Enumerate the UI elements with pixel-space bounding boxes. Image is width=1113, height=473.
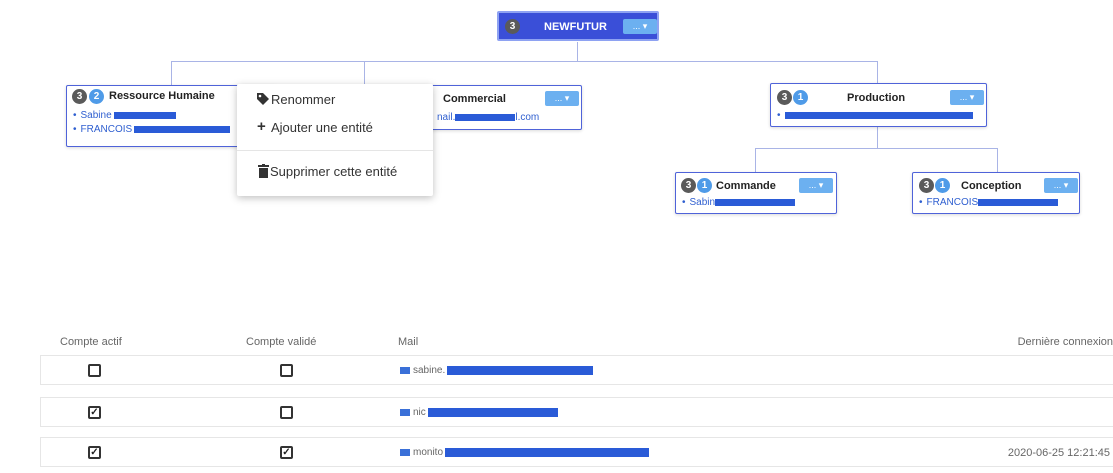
menu-item-add-entity[interactable]: + Ajouter une entité — [257, 118, 373, 135]
mail-cell[interactable]: monito — [400, 447, 650, 458]
menu-divider — [237, 150, 433, 151]
root-menu-button[interactable]: ... ▾ — [623, 19, 657, 34]
production-count-badge: 3 — [777, 90, 792, 105]
table-row[interactable]: ✓ nic — [40, 397, 1113, 427]
conception-title: Conception — [961, 180, 1022, 192]
active-checkbox[interactable]: ✓ — [88, 446, 101, 459]
rh-count-badge: 3 — [72, 89, 87, 104]
header-mail[interactable]: Mail — [398, 336, 418, 348]
commercial-title: Commercial — [443, 93, 506, 105]
connector-horizontal-sub — [755, 148, 997, 149]
org-root-node[interactable]: 3 NEWFUTUR ... ▾ — [497, 11, 659, 41]
mail-cell[interactable]: sabine. — [400, 365, 594, 376]
validated-checkbox[interactable] — [280, 406, 293, 419]
org-node-production[interactable]: 3 1 Production ... ▾ • — [770, 83, 987, 127]
production-sub-badge: 1 — [793, 90, 808, 105]
org-node-commande[interactable]: 3 1 Commande ... ▾ • Sabin — [675, 172, 837, 214]
connector-production-down — [877, 126, 878, 148]
plus-icon: + — [257, 118, 266, 135]
header-derniere-connexion[interactable]: Dernière connexion — [1018, 336, 1113, 348]
header-compte-valide[interactable]: Compte validé — [246, 336, 316, 348]
connector-commande — [755, 148, 756, 172]
production-member: • — [777, 110, 973, 121]
envelope-icon — [400, 449, 410, 456]
commande-count-badge: 3 — [681, 178, 696, 193]
mail-cell[interactable]: nic — [400, 407, 558, 418]
menu-item-delete-entity[interactable]: Supprimer cette entité — [258, 164, 397, 179]
commande-sub-badge: 1 — [697, 178, 712, 193]
commercial-menu-button[interactable]: ... ▾ — [545, 91, 579, 106]
commande-member: • Sabin — [682, 197, 796, 208]
menu-item-rename[interactable]: Renommer — [256, 92, 335, 109]
commercial-member: nail. l.com — [437, 112, 540, 123]
trash-icon — [258, 164, 269, 181]
envelope-icon — [400, 367, 410, 374]
root-count-badge: 3 — [505, 19, 520, 34]
tag-icon — [256, 92, 270, 109]
rh-member-2: • FRANCOIS — [73, 124, 231, 135]
active-checkbox[interactable] — [88, 364, 101, 377]
conception-count-badge: 3 — [919, 178, 934, 193]
table-row[interactable]: sabine. — [40, 355, 1113, 385]
validated-checkbox[interactable] — [280, 364, 293, 377]
header-compte-actif[interactable]: Compte actif — [60, 336, 122, 348]
envelope-icon — [400, 409, 410, 416]
connector-horizontal-top — [171, 61, 877, 62]
conception-menu-button[interactable]: ... ▾ — [1044, 178, 1078, 193]
connector-commercial — [364, 61, 365, 85]
root-title: NEWFUTUR — [544, 21, 607, 33]
production-menu-button[interactable]: ... ▾ — [950, 90, 984, 105]
rh-member-1: • Sabine — [73, 110, 176, 121]
table-row[interactable]: ✓ ✓ monito 2020-06-25 12:21:45 — [40, 437, 1113, 467]
commande-menu-button[interactable]: ... ▾ — [799, 178, 833, 193]
active-checkbox[interactable]: ✓ — [88, 406, 101, 419]
rh-title: Ressource Humaine — [109, 90, 215, 102]
connector-root-down — [577, 42, 578, 61]
validated-checkbox[interactable]: ✓ — [280, 446, 293, 459]
commande-title: Commande — [716, 180, 776, 192]
conception-sub-badge: 1 — [935, 178, 950, 193]
context-menu: Renommer + Ajouter une entité Supprimer … — [237, 84, 433, 196]
connector-rh — [171, 61, 172, 85]
org-node-conception[interactable]: 3 1 Conception ... ▾ • FRANCOIS — [912, 172, 1080, 214]
production-title: Production — [847, 92, 906, 104]
connector-conception — [997, 148, 998, 172]
last-login-cell: 2020-06-25 12:21:45 — [1007, 447, 1110, 459]
rh-sub-badge: 2 — [89, 89, 104, 104]
conception-member: • FRANCOIS — [919, 197, 1059, 208]
connector-production — [877, 61, 878, 85]
